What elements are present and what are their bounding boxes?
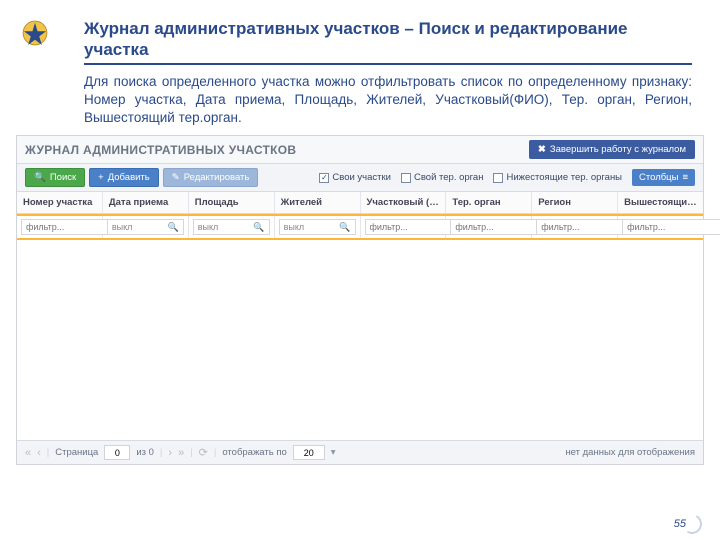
close-icon: ✖ <box>538 144 546 155</box>
filter-toggle-residents[interactable]: выкл🔍 <box>279 219 356 235</box>
search-icon: 🔍 <box>34 172 46 183</box>
columns-button-label: Столбцы <box>639 172 678 183</box>
search-icon: 🔍 <box>253 222 264 233</box>
checkbox-icon <box>493 173 503 183</box>
pager-refresh-icon[interactable]: ⟳ <box>199 446 208 459</box>
own-org-checkbox[interactable]: Свой тер. орган <box>401 172 483 183</box>
pager: « ‹ | Страница из 0 | › » | ⟳ | отобража… <box>25 445 336 460</box>
table-body-empty <box>17 240 703 440</box>
filter-toggle-area[interactable]: выкл🔍 <box>193 219 270 235</box>
col-header[interactable]: Участковый (ФИО) <box>361 192 447 213</box>
add-button-label: Добавить <box>108 172 150 183</box>
col-header[interactable]: Номер участка <box>17 192 103 213</box>
lower-org-checkbox[interactable]: Нижестоящие тер. органы <box>493 172 622 183</box>
pager-next-icon[interactable]: › <box>168 447 172 459</box>
checkbox-checked-icon: ✓ <box>319 173 329 183</box>
add-button[interactable]: + Добавить <box>89 168 159 187</box>
slide-heading: Журнал административных участков – Поиск… <box>84 18 692 65</box>
plus-icon: + <box>98 172 104 183</box>
slide-description: Для поиска определенного участка можно о… <box>84 73 692 128</box>
columns-button[interactable]: Столбцы ≡ <box>632 169 695 186</box>
emblem-icon <box>18 16 52 50</box>
col-header[interactable]: Площадь <box>189 192 275 213</box>
search-button[interactable]: 🔍 Поиск <box>25 168 85 187</box>
col-header[interactable]: Тер. орган <box>446 192 532 213</box>
own-sections-checkbox[interactable]: ✓ Свои участки <box>319 172 391 183</box>
col-header[interactable]: Жителей <box>275 192 361 213</box>
col-header[interactable]: Вышестоящий тер. <box>618 192 703 213</box>
pencil-icon: ✎ <box>172 172 180 183</box>
col-header[interactable]: Дата приема <box>103 192 189 213</box>
edit-button[interactable]: ✎ Редактировать <box>163 168 259 187</box>
grid-status: нет данных для отображения <box>565 447 695 458</box>
search-button-label: Поиск <box>50 172 76 183</box>
pager-prev-icon[interactable]: ‹ <box>37 447 41 459</box>
filter-input-parent-org[interactable] <box>622 219 720 235</box>
pager-perpage-input[interactable] <box>293 445 325 460</box>
chevron-down-icon[interactable]: ▾ <box>331 447 336 458</box>
filter-toggle-date[interactable]: выкл🔍 <box>107 219 184 235</box>
corner-decoration <box>680 512 704 536</box>
edit-button-label: Редактировать <box>184 172 250 183</box>
checkbox-icon <box>401 173 411 183</box>
pager-page-of: из 0 <box>136 447 154 458</box>
table-filter-row: выкл🔍 выкл🔍 выкл🔍 <box>17 216 703 238</box>
close-journal-label: Завершить работу с журналом <box>550 144 686 155</box>
table-header-row: Номер участка Дата приема Площадь Жителе… <box>17 192 703 214</box>
app-title: ЖУРНАЛ АДМИНИСТРАТИВНЫХ УЧАСТКОВ <box>25 143 296 157</box>
app-window: ЖУРНАЛ АДМИНИСТРАТИВНЫХ УЧАСТКОВ ✖ Завер… <box>16 135 704 465</box>
pager-first-icon[interactable]: « <box>25 447 31 459</box>
own-sections-label: Свои участки <box>332 172 391 183</box>
close-journal-button[interactable]: ✖ Завершить работу с журналом <box>529 140 695 159</box>
col-header[interactable]: Регион <box>532 192 618 213</box>
pager-perpage-label: отображать по <box>222 447 286 458</box>
pager-page-label: Страница <box>55 447 98 458</box>
own-org-label: Свой тер. орган <box>414 172 483 183</box>
pager-last-icon[interactable]: » <box>178 447 184 459</box>
search-icon: 🔍 <box>168 222 179 233</box>
list-icon: ≡ <box>682 172 688 183</box>
lower-org-label: Нижестоящие тер. органы <box>506 172 622 183</box>
pager-page-input[interactable] <box>104 445 130 460</box>
search-icon: 🔍 <box>339 222 350 233</box>
